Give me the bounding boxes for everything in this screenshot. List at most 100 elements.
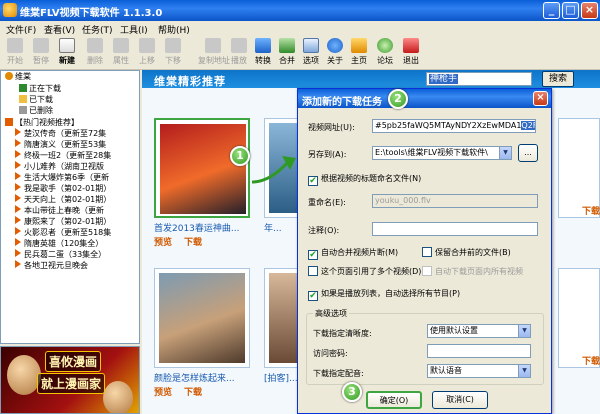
options-button[interactable]: 选项 — [300, 38, 322, 66]
about-button[interactable]: 关于 — [324, 38, 346, 66]
rename-input[interactable]: youku_000.flv — [372, 194, 538, 208]
tree-item-video[interactable]: 本山带徒上春晚（更新 — [15, 205, 104, 216]
menu-bar: 文件(F) 查看(V) 任务(T) 工具(I) 帮助(H) — [0, 21, 600, 36]
properties-icon — [113, 38, 129, 53]
checkbox-label: 自动下载页面内所有视频 — [435, 267, 523, 276]
keep-files-checkbox[interactable]: 保留合并前的文件(B) — [422, 247, 511, 258]
tree-item-video[interactable]: 天天向上（第02-01期） — [15, 194, 111, 205]
video-caption[interactable]: 首发2013春运神曲... — [154, 221, 254, 234]
forum-button[interactable]: 论坛 — [374, 38, 396, 66]
video-thumbnail[interactable] — [558, 118, 600, 218]
search-button[interactable]: 搜索 — [542, 71, 574, 87]
note-input[interactable] — [372, 222, 538, 236]
pause-button[interactable]: 暂停 — [30, 38, 52, 66]
password-input[interactable] — [427, 344, 531, 358]
preview-link[interactable]: 预览 — [154, 238, 172, 248]
tree-item-downloaded[interactable]: 已下载 — [19, 94, 53, 105]
exit-label: 退出 — [403, 56, 419, 65]
merge-label: 合并 — [279, 56, 295, 65]
quality-select[interactable]: 使用默认设置 ▼ — [427, 324, 531, 338]
exit-button[interactable]: 退出 — [400, 38, 422, 66]
download-link[interactable]: 下载 — [184, 238, 202, 248]
start-button[interactable]: 开始 — [4, 38, 26, 66]
merge-button[interactable]: 合并 — [276, 38, 298, 66]
maximize-button[interactable]: □ — [562, 2, 579, 19]
move-up-label: 上移 — [139, 56, 155, 65]
delete-button[interactable]: 删除 — [84, 38, 106, 66]
tree-item-video[interactable]: 生活大爆炸第6季（更新 — [15, 172, 109, 183]
convert-button[interactable]: 转换 — [252, 38, 274, 66]
menu-view[interactable]: 查看(V) — [44, 23, 75, 36]
tree-section-hot[interactable]: 【热门视频推荐】 — [5, 117, 79, 128]
browse-button[interactable]: ... — [518, 144, 538, 162]
play-button[interactable]: 播放 — [228, 38, 250, 66]
copy-url-label: 复制地址 — [198, 56, 230, 65]
menu-tools[interactable]: 工具(I) — [120, 23, 148, 36]
forum-icon — [377, 38, 393, 53]
dialog-title-bar: 添加新的下载任务 × — [298, 89, 551, 108]
downloading-icon — [19, 84, 27, 92]
playlist-checkbox[interactable]: ✔ 如果是播放列表，自动选择所有节目(P) — [308, 288, 460, 301]
tree-item-label: 隋唐演义（更新至53集 — [24, 140, 107, 149]
download-all-page-checkbox[interactable]: 自动下载页面内所有视频 — [422, 266, 523, 277]
tree-item-video[interactable]: 隋唐演义（更新至53集 — [15, 139, 106, 150]
tree-item-label: 楚汉传奇（更新至72集 — [24, 129, 107, 138]
dialog-close-button[interactable]: × — [533, 91, 548, 106]
tree-item-label: 本山带徒上春晚（更新 — [24, 206, 104, 215]
search-input[interactable]: 神枪手 — [426, 72, 532, 86]
options-label: 选项 — [303, 56, 319, 65]
auto-merge-checkbox[interactable]: ✔ 自动合并视频片断(M) — [308, 247, 398, 260]
video-thumbnail[interactable] — [154, 268, 250, 368]
cancel-button[interactable]: 取消(C) — [432, 391, 488, 409]
download-link[interactable]: 下载 — [582, 204, 600, 217]
checkbox-box: ✔ — [308, 291, 318, 301]
options-icon — [303, 38, 319, 53]
url-input[interactable]: #5pb25faWQ5MTAyNDY2XzEwMDA1Q2FmWV9wMg — [372, 119, 536, 133]
tree-item-video[interactable]: 小儿难养（湖南卫视版 — [15, 161, 104, 172]
video-card[interactable]: 颜脸是怎样炼起来... 预览 下载 — [154, 268, 250, 408]
minimize-button[interactable]: _ — [543, 2, 560, 19]
arrow-icon — [15, 249, 21, 257]
properties-button[interactable]: 属性 — [110, 38, 132, 66]
tree-item-video[interactable]: 我是歌手（第02-01期） — [15, 183, 111, 194]
menu-help[interactable]: 帮助(H) — [158, 23, 190, 36]
move-down-button[interactable]: 下移 — [162, 38, 184, 66]
recommend-header: 维棠精彩推荐 神枪手 搜索 — [142, 70, 600, 88]
tree-item-video[interactable]: 各地卫视元旦晚会 — [15, 260, 88, 271]
tree-item-downloading[interactable]: 正在下载 — [19, 83, 61, 94]
tree-item-video[interactable]: 康熙来了（第02-01期） — [15, 216, 111, 227]
tree-item-video[interactable]: 终极一班2（更新至28集 — [15, 150, 111, 161]
tree-item-video[interactable]: 楚汉传奇（更新至72集 — [15, 128, 106, 139]
page-multi-checkbox[interactable]: 这个页面引用了多个视频(D) — [308, 266, 421, 277]
about-label: 关于 — [327, 56, 343, 65]
video-caption[interactable]: 颜脸是怎样炼起来... — [154, 371, 254, 384]
download-link[interactable]: 下载 — [184, 388, 202, 398]
video-card[interactable]: 首发2013春运神曲... 预览 下载 — [154, 118, 250, 258]
saveas-select[interactable]: E:\tools\维棠FLV视频下载软件\ ▼ — [372, 146, 512, 160]
audio-select[interactable]: 默认语音 ▼ — [427, 364, 531, 378]
tree-item-video[interactable]: 隋唐英雄（120集全） — [15, 238, 103, 249]
tree-item-video[interactable]: 火影忍者（更新至518集 — [15, 227, 111, 238]
video-thumbnail[interactable] — [154, 118, 250, 218]
menu-task[interactable]: 任务(T) — [82, 23, 113, 36]
ok-button[interactable]: 确定(O) — [366, 391, 422, 409]
preview-link[interactable]: 预览 — [154, 388, 172, 398]
tree-root[interactable]: 维棠 — [5, 71, 31, 82]
download-link[interactable]: 下载 — [582, 354, 600, 367]
home-button[interactable]: 主页 — [348, 38, 370, 66]
step-badge-1: 1 — [230, 146, 250, 166]
new-button[interactable]: 新建 — [56, 38, 78, 66]
move-up-button[interactable]: 上移 — [136, 38, 158, 66]
thumbnail-image — [160, 124, 246, 214]
copy-url-button[interactable]: 复制地址 — [198, 38, 230, 66]
tree-item-video[interactable]: 民兵葛二蛋（33集全） — [15, 249, 106, 260]
use-title-checkbox[interactable]: ✔ 根据视频的标题命名文件(N) — [308, 173, 421, 186]
chevron-down-icon: ▼ — [518, 325, 530, 337]
app-icon — [3, 3, 17, 17]
video-thumbnail[interactable] — [558, 268, 600, 368]
ad-banner[interactable]: 喜攸漫画 就上漫画家 — [0, 346, 140, 414]
menu-file[interactable]: 文件(F) — [6, 23, 36, 36]
tree-item-deleted[interactable]: 已删除 — [19, 105, 53, 116]
close-button[interactable]: × — [581, 2, 598, 19]
downloaded-icon — [19, 95, 27, 103]
